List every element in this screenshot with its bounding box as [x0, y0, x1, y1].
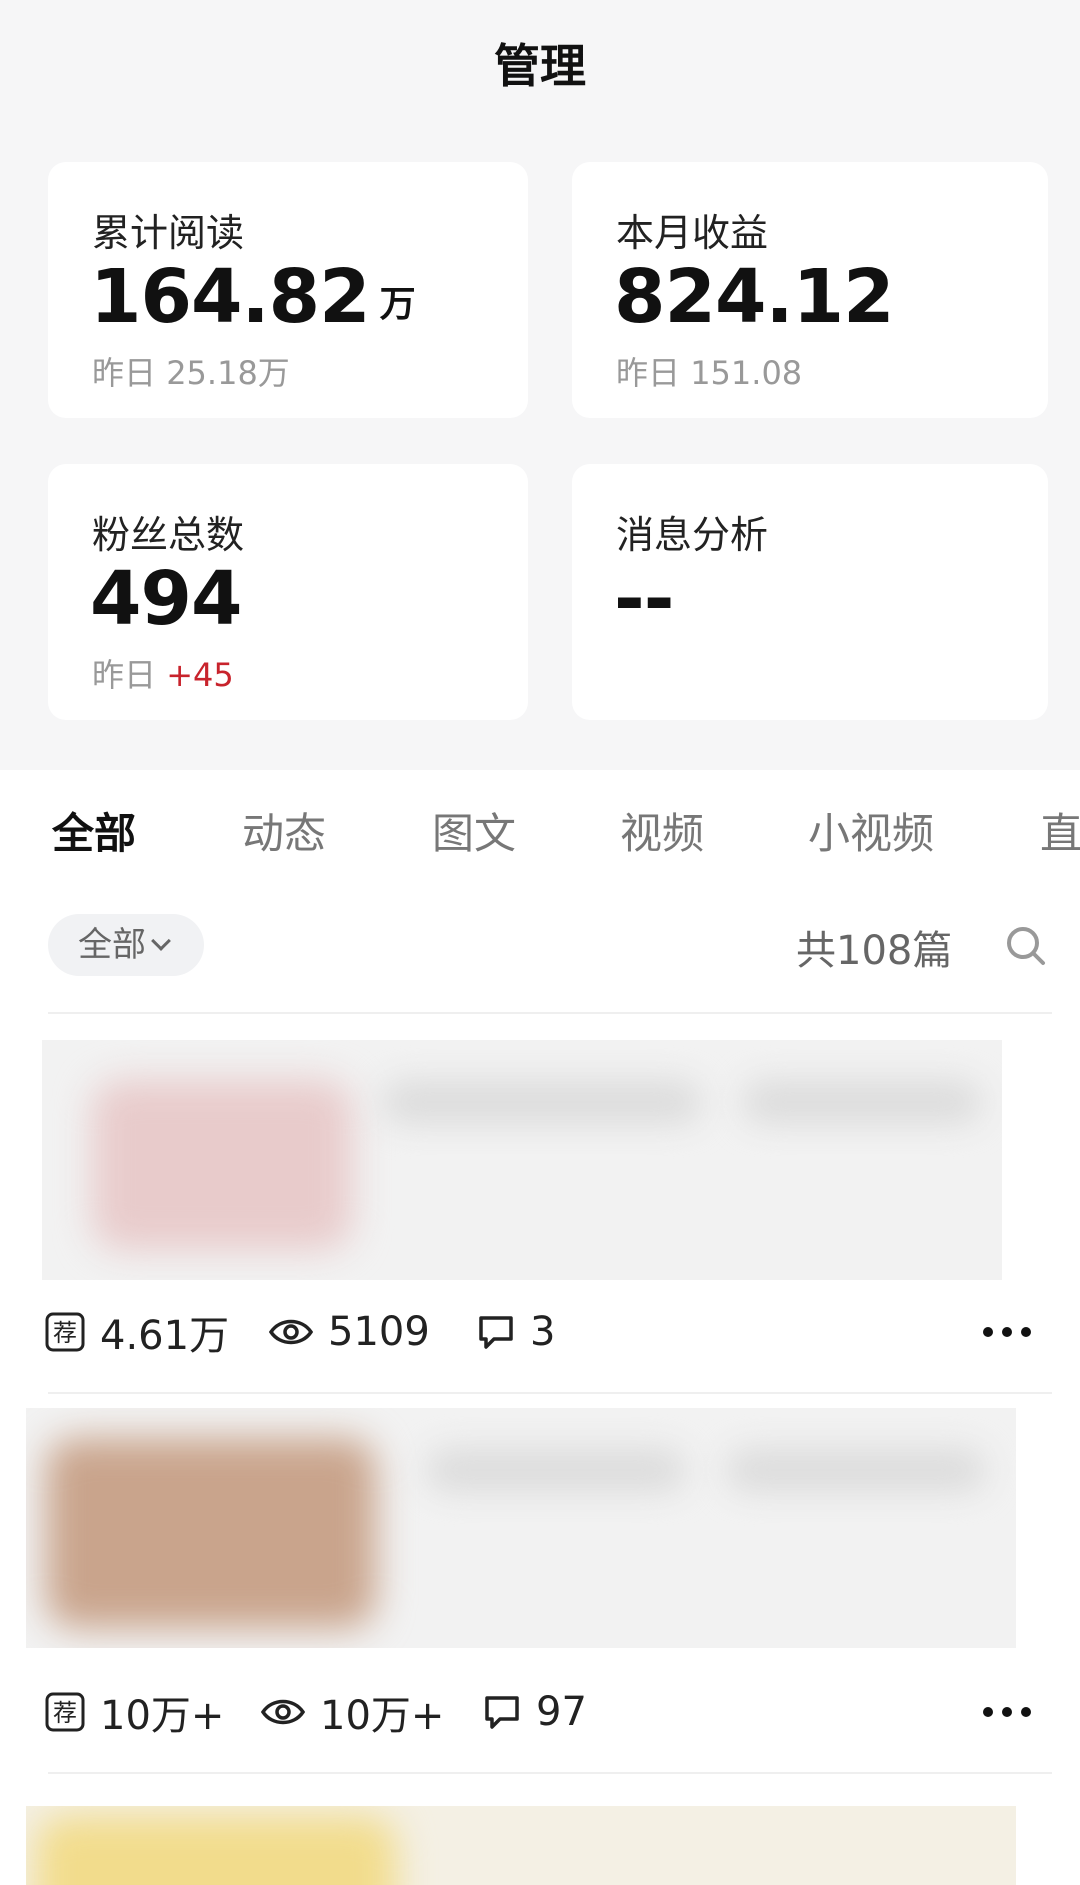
- comment-icon: [479, 1316, 513, 1349]
- stat-views: 5109: [268, 1304, 430, 1360]
- tab-all[interactable]: 全部: [52, 800, 136, 861]
- article-media[interactable]: [42, 1040, 1002, 1280]
- card-value-number: 164.82: [90, 254, 371, 340]
- article-stats: 荐 10万+ 10万+ 97: [44, 1684, 1044, 1740]
- recommend-count: 4.61万: [100, 1313, 230, 1359]
- views-count: 10万+: [320, 1693, 445, 1739]
- svg-text:荐: 荐: [53, 1319, 77, 1347]
- card-total-reads[interactable]: 累计阅读 164.82 万 昨日 25.18万: [48, 162, 528, 418]
- card-value: 494: [90, 556, 242, 642]
- blurred-thumbnail: [46, 1438, 376, 1628]
- search-icon[interactable]: [1006, 926, 1046, 966]
- recommend-count: 10万+: [100, 1693, 225, 1739]
- card-sub-prefix: 昨日: [616, 354, 681, 392]
- divider: [48, 1012, 1052, 1014]
- more-icon[interactable]: [982, 1706, 1032, 1718]
- blurred-text: [426, 1448, 686, 1492]
- card-value: 164.82 万: [90, 254, 416, 340]
- blurred-text: [726, 1448, 986, 1492]
- stat-views: 10万+: [260, 1684, 444, 1740]
- card-label: 消息分析: [616, 513, 769, 557]
- filter-dropdown[interactable]: 全部: [48, 914, 204, 976]
- more-icon[interactable]: [982, 1326, 1032, 1338]
- card-value-unit: 万: [379, 284, 416, 325]
- recommend-icon: 荐: [45, 1692, 85, 1732]
- stat-recommend: 荐 10万+: [44, 1684, 224, 1740]
- filter-label: 全部: [78, 925, 146, 965]
- tab-image-text[interactable]: 图文: [432, 800, 516, 861]
- overview-section: 管理 累计阅读 164.82 万 昨日 25.18万 本月收益 824.12 昨日…: [0, 0, 1080, 770]
- card-label: 累计阅读: [92, 211, 245, 255]
- recommend-icon: 荐: [45, 1312, 85, 1352]
- views-count: 5109: [328, 1309, 430, 1355]
- manage-page: 管理 累计阅读 164.82 万 昨日 25.18万 本月收益 824.12 昨日…: [0, 0, 1080, 1885]
- blurred-thumbnail: [36, 1816, 396, 1885]
- card-sub-delta: +45: [166, 656, 234, 694]
- chevron-down-icon: [151, 931, 171, 951]
- comments-count: 97: [536, 1689, 587, 1735]
- content-tabs: 全部 动态 图文 视频 小视频 直: [0, 800, 1080, 870]
- card-value: 824.12: [614, 254, 895, 340]
- card-label: 本月收益: [616, 211, 769, 255]
- card-sub-value: 25.18万: [166, 354, 290, 392]
- eye-icon: [260, 1699, 306, 1725]
- divider: [48, 1772, 1052, 1774]
- stat-comments: 3: [476, 1304, 555, 1360]
- card-sub-prefix: 昨日: [92, 656, 157, 694]
- svg-text:荐: 荐: [53, 1699, 77, 1727]
- total-count: 共108篇: [796, 928, 953, 974]
- card-label: 粉丝总数: [92, 513, 245, 557]
- article-media[interactable]: [26, 1806, 1016, 1885]
- card-sub: 昨日 +45: [92, 650, 234, 696]
- blurred-text: [382, 1080, 702, 1124]
- card-total-fans[interactable]: 粉丝总数 494 昨日 +45: [48, 464, 528, 720]
- comments-count: 3: [530, 1309, 556, 1355]
- stat-comments: 97: [482, 1684, 587, 1740]
- card-message-analysis[interactable]: 消息分析 --: [572, 464, 1048, 720]
- card-monthly-income[interactable]: 本月收益 824.12 昨日 151.08: [572, 162, 1048, 418]
- card-value: --: [614, 556, 674, 642]
- tab-live[interactable]: 直: [1040, 800, 1080, 861]
- card-sub-value: 151.08: [690, 354, 803, 392]
- comment-icon: [485, 1696, 519, 1729]
- tab-video[interactable]: 视频: [620, 800, 704, 861]
- tab-short-video[interactable]: 小视频: [808, 800, 934, 861]
- blurred-thumbnail: [92, 1080, 352, 1250]
- card-sub: 昨日 25.18万: [92, 348, 290, 394]
- eye-icon: [268, 1319, 314, 1345]
- card-sub-prefix: 昨日: [92, 354, 157, 392]
- tab-dynamic[interactable]: 动态: [242, 800, 326, 861]
- article-stats: 荐 4.61万 5109 3: [44, 1304, 1044, 1360]
- stat-recommend: 荐 4.61万: [44, 1304, 229, 1360]
- article-media[interactable]: [26, 1408, 1016, 1648]
- divider: [48, 1392, 1052, 1394]
- card-sub: 昨日 151.08: [616, 348, 802, 394]
- blurred-text: [742, 1080, 982, 1124]
- page-title: 管理: [494, 39, 586, 93]
